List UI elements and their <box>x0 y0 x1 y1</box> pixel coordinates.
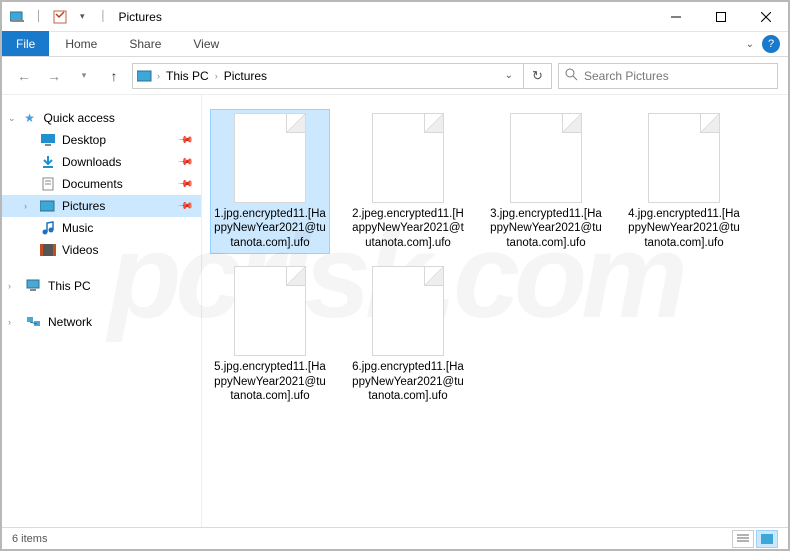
file-item[interactable]: 3.jpg.encrypted11.[HappyNewYear2021@tuta… <box>486 109 606 254</box>
breadcrumb-chevron-icon[interactable]: › <box>157 71 160 81</box>
sidebar-quick-access[interactable]: ⌄ ★ Quick access <box>2 107 201 129</box>
chevron-right-icon: › <box>8 281 11 291</box>
sidebar: ⌄ ★ Quick access Desktop📌Downloads📌Docum… <box>2 95 202 529</box>
status-count: 6 items <box>12 533 47 545</box>
search-placeholder: Search Pictures <box>584 69 669 83</box>
file-thumbnail-icon <box>372 113 444 203</box>
file-name: 1.jpg.encrypted11.[HappyNewYear2021@tuta… <box>214 207 326 250</box>
sidebar-item-downloads[interactable]: Downloads 📌 <box>2 151 201 173</box>
sidebar-item-label: Desktop <box>62 133 106 147</box>
qat-properties-icon[interactable] <box>52 9 68 25</box>
doc-icon <box>40 176 56 192</box>
video-icon <box>40 242 56 258</box>
statusbar: 6 items <box>2 527 788 549</box>
chevron-down-icon: ⌄ <box>8 113 16 124</box>
qat-dropdown-icon[interactable]: ▾ <box>74 9 90 25</box>
breadcrumb-chevron-icon[interactable]: › <box>215 71 218 81</box>
file-item[interactable]: 4.jpg.encrypted11.[HappyNewYear2021@tuta… <box>624 109 744 254</box>
window-title: Pictures <box>119 10 162 24</box>
minimize-button[interactable] <box>653 2 698 31</box>
pin-icon: 📌 <box>176 198 193 215</box>
back-button[interactable]: ← <box>12 64 36 88</box>
forward-button[interactable]: → <box>42 64 66 88</box>
location-pictures-icon <box>137 68 153 84</box>
qat-separator: │ <box>36 11 42 22</box>
file-name: 6.jpg.encrypted11.[HappyNewYear2021@tuta… <box>352 360 464 403</box>
file-item[interactable]: 1.jpg.encrypted11.[HappyNewYear2021@tuta… <box>210 109 330 254</box>
file-thumbnail-icon <box>648 113 720 203</box>
sidebar-this-pc[interactable]: › This PC <box>2 275 201 297</box>
file-thumbnail-icon <box>234 113 306 203</box>
refresh-button[interactable]: ↻ <box>524 63 552 89</box>
chevron-right-icon: › <box>24 201 27 211</box>
chevron-right-icon: › <box>8 317 11 327</box>
pin-icon: 📌 <box>176 154 193 171</box>
file-name: 5.jpg.encrypted11.[HappyNewYear2021@tuta… <box>214 360 326 403</box>
file-item[interactable]: 6.jpg.encrypted11.[HappyNewYear2021@tuta… <box>348 262 468 407</box>
file-thumbnail-icon <box>234 266 306 356</box>
ribbon-expand-icon[interactable]: ⌄ <box>738 39 762 50</box>
address-dropdown-icon[interactable]: ⌄ <box>499 70 519 81</box>
desktop-icon <box>40 132 56 148</box>
ribbon-tabs: File Home Share View ⌄ ? <box>2 32 788 57</box>
file-name: 4.jpg.encrypted11.[HappyNewYear2021@tuta… <box>628 207 740 250</box>
search-icon <box>565 68 578 84</box>
sidebar-item-label: Documents <box>62 177 123 191</box>
up-button[interactable]: ↑ <box>102 64 126 88</box>
app-icon <box>10 9 26 25</box>
sidebar-item-label: Pictures <box>62 199 105 213</box>
sidebar-item-documents[interactable]: Documents 📌 <box>2 173 201 195</box>
sidebar-item-pictures[interactable]: › Pictures 📌 <box>2 195 201 217</box>
file-thumbnail-icon <box>510 113 582 203</box>
help-icon[interactable]: ? <box>762 35 780 53</box>
file-item[interactable]: 2.jpeg.encrypted11.[HappyNewYear2021@tut… <box>348 109 468 254</box>
music-icon <box>40 220 56 236</box>
pin-icon: 📌 <box>176 176 193 193</box>
file-item[interactable]: 5.jpg.encrypted11.[HappyNewYear2021@tuta… <box>210 262 330 407</box>
file-view[interactable]: 1.jpg.encrypted11.[HappyNewYear2021@tuta… <box>202 95 788 529</box>
tab-file[interactable]: File <box>2 31 49 56</box>
titlebar: │ ▾ │ Pictures <box>2 2 788 32</box>
breadcrumb-this-pc[interactable]: This PC <box>164 69 211 83</box>
sidebar-item-music[interactable]: Music <box>2 217 201 239</box>
file-name: 3.jpg.encrypted11.[HappyNewYear2021@tuta… <box>490 207 602 250</box>
view-details-button[interactable] <box>732 530 754 548</box>
file-thumbnail-icon <box>372 266 444 356</box>
sidebar-network[interactable]: › Network <box>2 311 201 333</box>
tab-home[interactable]: Home <box>49 31 113 56</box>
file-name: 2.jpeg.encrypted11.[HappyNewYear2021@tut… <box>352 207 464 250</box>
tab-share[interactable]: Share <box>113 31 177 56</box>
sidebar-label: Network <box>48 315 92 329</box>
address-bar[interactable]: › This PC › Pictures ⌄ <box>132 63 524 89</box>
tab-view[interactable]: View <box>177 31 235 56</box>
navbar: ← → ▾ ↑ › This PC › Pictures ⌄ ↻ Search … <box>2 57 788 95</box>
maximize-button[interactable] <box>698 2 743 31</box>
breadcrumb-pictures[interactable]: Pictures <box>222 69 269 83</box>
sidebar-item-label: Videos <box>62 243 98 257</box>
sidebar-label: Quick access <box>44 111 115 125</box>
download-icon <box>40 154 56 170</box>
pin-icon: 📌 <box>176 132 193 149</box>
computer-icon <box>26 278 42 294</box>
pic-icon <box>40 198 56 214</box>
star-icon: ★ <box>22 110 38 126</box>
network-icon <box>26 314 42 330</box>
close-button[interactable] <box>743 2 788 31</box>
sidebar-item-label: Downloads <box>62 155 121 169</box>
view-thumbnails-button[interactable] <box>756 530 778 548</box>
search-input[interactable]: Search Pictures <box>558 63 778 89</box>
sidebar-item-label: Music <box>62 221 93 235</box>
sidebar-item-desktop[interactable]: Desktop 📌 <box>2 129 201 151</box>
recent-dropdown-icon[interactable]: ▾ <box>72 64 96 88</box>
sidebar-label: This PC <box>48 279 91 293</box>
qat-separator: │ <box>100 11 106 22</box>
sidebar-item-videos[interactable]: Videos <box>2 239 201 261</box>
